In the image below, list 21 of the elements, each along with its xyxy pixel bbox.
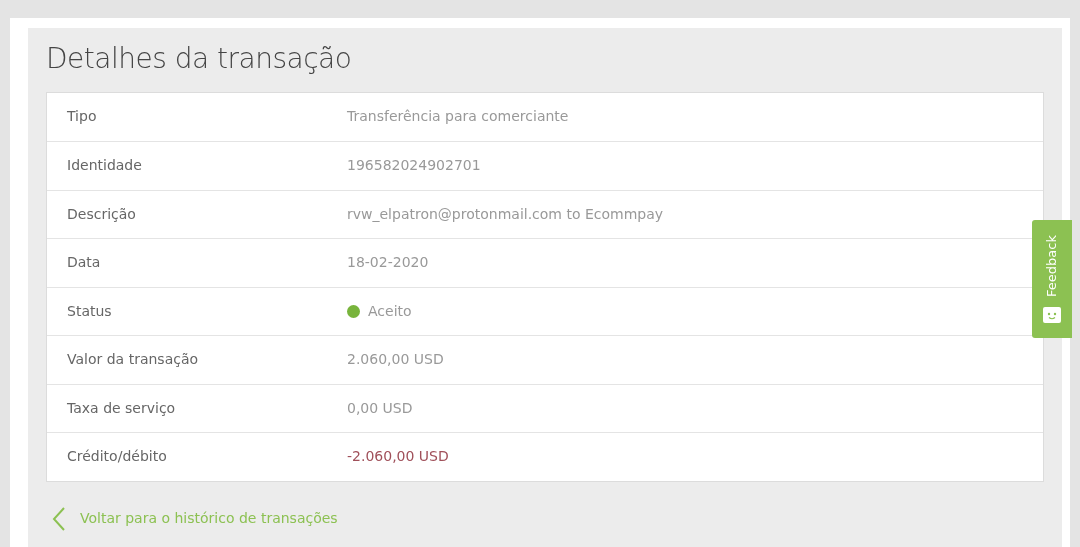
field-value: Aceito — [368, 301, 412, 321]
field-value: 18-02-2020 — [347, 253, 429, 273]
field-label: Descrição — [66, 204, 137, 224]
field-label: Taxa de serviço — [66, 398, 177, 418]
field-label: Data — [66, 253, 102, 273]
field-value: rvw_elpatron@protonmail.com to Ecommpay — [347, 204, 664, 224]
field-value: -2.060,00 USD — [347, 447, 449, 467]
field-value: Transferência para comerciante — [347, 107, 569, 127]
feedback-tab[interactable]: Feedback — [1032, 220, 1072, 338]
field-label: Valor da transação — [66, 350, 200, 370]
back-link[interactable]: Voltar para o histórico de transações — [80, 508, 338, 530]
field-label: Crédito/débito — [66, 447, 168, 467]
smiley-icon — [1043, 306, 1061, 323]
field-value: 2.060,00 USD — [347, 350, 444, 370]
page-title: Detalhes da transação — [46, 42, 353, 76]
field-value: 196582024902701 — [347, 156, 481, 176]
field-value: 0,00 USD — [347, 398, 413, 418]
field-label: Status — [66, 301, 113, 321]
back-chevron-icon[interactable] — [52, 505, 66, 532]
field-label: Identidade — [66, 156, 143, 176]
field-label: Tipo — [66, 107, 98, 127]
